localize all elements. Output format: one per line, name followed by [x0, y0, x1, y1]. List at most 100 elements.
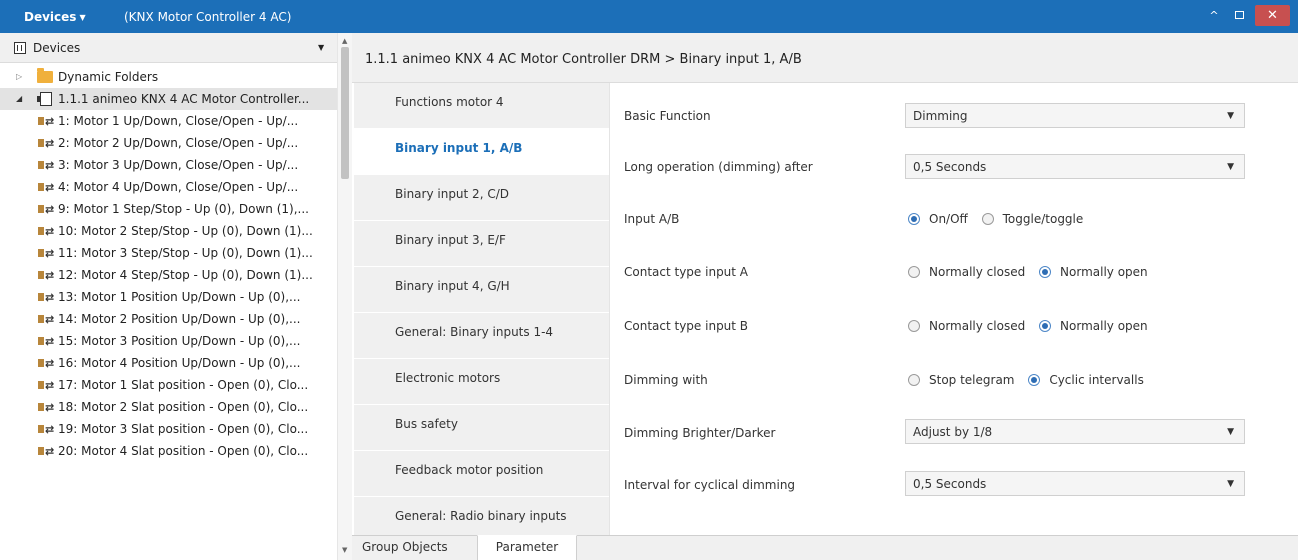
dropdown-value: Adjust by 1/8: [913, 425, 993, 439]
tree-item-group-object[interactable]: ⇄ 10: Motor 2 Step/Stop - Up (0), Down (1…: [0, 220, 337, 242]
tree-item-label: 18: Motor 2 Slat position - Open (0), Cl…: [58, 400, 309, 414]
tree-item-group-object[interactable]: ⇄ 14: Motor 2 Position Up/Down - Up (0),.…: [0, 308, 337, 330]
tree-item-label: 14: Motor 2 Position Up/Down - Up (0),..…: [58, 312, 301, 326]
chevron-down-icon: ▼: [1227, 427, 1234, 437]
radio-toggle[interactable]: Toggle/toggle: [981, 211, 1083, 227]
nav-item-label: Bus safety: [395, 417, 458, 431]
communication-object-icon: ⇄: [38, 269, 54, 282]
tree-item-group-object[interactable]: ⇄ 18: Motor 2 Slat position - Open (0), C…: [0, 396, 337, 418]
tree-item-dynamic-folders[interactable]: ▷ Dynamic Folders: [0, 66, 337, 88]
communication-object-icon: ⇄: [38, 445, 54, 458]
nav-item-general-binary-inputs[interactable]: General: Binary inputs 1-4: [354, 313, 609, 359]
scroll-down-icon[interactable]: ▼: [342, 546, 347, 554]
radio-unselected-icon: [908, 266, 920, 278]
tree-item-group-object[interactable]: ⇄ 12: Motor 4 Step/Stop - Up (0), Down (1…: [0, 264, 337, 286]
tree-item-label: 12: Motor 4 Step/Stop - Up (0), Down (1)…: [58, 268, 313, 282]
basic-function-label: Basic Function: [624, 109, 711, 123]
chevron-down-icon[interactable]: ▼: [318, 43, 324, 52]
communication-object-icon: ⇄: [38, 115, 54, 128]
nav-item-label: Binary input 3, E/F: [395, 233, 506, 247]
tree-item-group-object[interactable]: ⇄ 1: Motor 1 Up/Down, Close/Open - Up/...: [0, 110, 337, 132]
nav-item-binary-input-4[interactable]: Binary input 4, G/H: [354, 267, 609, 313]
radio-label: Stop telegram: [929, 373, 1015, 387]
tree-item-label: 1.1.1 animeo KNX 4 AC Motor Controller..…: [58, 92, 310, 106]
nav-item-feedback-motor-position[interactable]: Feedback motor position: [354, 451, 609, 497]
dropdown-value: 0,5 Seconds: [913, 477, 987, 491]
title-bar: Devices ▼ (KNX Motor Controller 4 AC) ^ ✕: [0, 0, 1298, 33]
radio-normally-open-a[interactable]: Normally open: [1039, 264, 1148, 280]
tree-item-group-object[interactable]: ⇄ 13: Motor 1 Position Up/Down - Up (0),.…: [0, 286, 337, 308]
tree-scrollbar[interactable]: ▲ ▼: [337, 33, 352, 560]
brighter-darker-label: Dimming Brighter/Darker: [624, 426, 776, 440]
scroll-up-icon[interactable]: ▲: [342, 37, 347, 45]
long-operation-dropdown[interactable]: 0,5 Seconds ▼: [905, 154, 1245, 179]
tree-item-label: 3: Motor 3 Up/Down, Close/Open - Up/...: [58, 158, 299, 172]
maximize-button[interactable]: [1228, 7, 1250, 25]
tree-item-label: Dynamic Folders: [58, 70, 159, 84]
communication-object-icon: ⇄: [38, 313, 54, 326]
dropdown-value: Dimming: [913, 109, 968, 123]
long-operation-label: Long operation (dimming) after: [624, 160, 813, 174]
tree-item-label: 2: Motor 2 Up/Down, Close/Open - Up/...: [58, 136, 299, 150]
basic-function-dropdown[interactable]: Dimming ▼: [905, 103, 1245, 128]
devices-menu[interactable]: Devices ▼: [24, 10, 86, 24]
tree-item-group-object[interactable]: ⇄ 17: Motor 1 Slat position - Open (0), C…: [0, 374, 337, 396]
nav-item-label: Binary input 4, G/H: [395, 279, 510, 293]
nav-item-bus-safety[interactable]: Bus safety: [354, 405, 609, 451]
dimming-with-radio-group: Stop telegram Cyclic intervalls: [908, 372, 1154, 392]
contact-type-b-label: Contact type input B: [624, 319, 749, 333]
device-icon: [37, 92, 52, 106]
tree-item-group-object[interactable]: ⇄ 4: Motor 4 Up/Down, Close/Open - Up/...: [0, 176, 337, 198]
devices-panel-header[interactable]: Devices ▼: [0, 33, 337, 63]
communication-object-icon: ⇄: [38, 335, 54, 348]
tree-item-group-object[interactable]: ⇄ 20: Motor 4 Slat position - Open (0), C…: [0, 440, 337, 462]
nav-item-label: Electronic motors: [395, 371, 501, 385]
radio-normally-open-b[interactable]: Normally open: [1039, 318, 1148, 334]
interval-dropdown[interactable]: 0,5 Seconds ▼: [905, 471, 1245, 496]
contact-type-b-radio-group: Normally closed Normally open: [908, 318, 1158, 338]
tree-item-group-object[interactable]: ⇄ 11: Motor 3 Step/Stop - Up (0), Down (1…: [0, 242, 337, 264]
expand-icon[interactable]: ▷: [16, 66, 22, 88]
tree-item-group-object[interactable]: ⇄ 9: Motor 1 Step/Stop - Up (0), Down (1)…: [0, 198, 337, 220]
chevron-down-icon: ▼: [1227, 111, 1234, 121]
brighter-darker-dropdown[interactable]: Adjust by 1/8 ▼: [905, 419, 1245, 444]
nav-item-binary-input-3[interactable]: Binary input 3, E/F: [354, 221, 609, 267]
breadcrumb: 1.1.1 animeo KNX 4 AC Motor Controller D…: [365, 52, 802, 67]
radio-selected-icon: [1039, 320, 1052, 332]
radio-on-off[interactable]: On/Off: [908, 211, 968, 227]
nav-item-binary-input-2[interactable]: Binary input 2, C/D: [354, 175, 609, 221]
nav-item-functions-motor-4[interactable]: Functions motor 4: [354, 83, 609, 129]
radio-normally-closed-b[interactable]: Normally closed: [908, 318, 1025, 334]
tab-parameter[interactable]: Parameter: [477, 535, 577, 560]
radio-stop-telegram[interactable]: Stop telegram: [908, 372, 1015, 388]
parameter-nav: Functions motor 4 Binary input 1, A/B Bi…: [354, 83, 609, 543]
collapse-icon[interactable]: ◢: [16, 88, 22, 110]
caret-down-icon: ▼: [79, 13, 86, 22]
tree-item-group-object[interactable]: ⇄ 16: Motor 4 Position Up/Down - Up (0),.…: [0, 352, 337, 374]
tree-item-group-object[interactable]: ⇄ 19: Motor 3 Slat position - Open (0), C…: [0, 418, 337, 440]
radio-unselected-icon: [981, 213, 994, 225]
communication-object-icon: ⇄: [38, 379, 54, 392]
contact-type-a-radio-group: Normally closed Normally open: [908, 264, 1158, 284]
radio-label: Normally closed: [929, 265, 1026, 279]
communication-object-icon: ⇄: [38, 159, 54, 172]
collapse-ribbon-button[interactable]: ^: [1203, 7, 1225, 25]
tree-item-group-object[interactable]: ⇄ 2: Motor 2 Up/Down, Close/Open - Up/...: [0, 132, 337, 154]
radio-cyclic-intervalls[interactable]: Cyclic intervalls: [1028, 372, 1144, 388]
radio-label: Normally open: [1060, 319, 1148, 333]
radio-selected-icon: [1039, 266, 1052, 278]
radio-normally-closed-a[interactable]: Normally closed: [908, 264, 1025, 280]
tree-item-group-object[interactable]: ⇄ 15: Motor 3 Position Up/Down - Up (0),.…: [0, 330, 337, 352]
nav-item-electronic-motors[interactable]: Electronic motors: [354, 359, 609, 405]
communication-object-icon: ⇄: [38, 357, 54, 370]
tab-group-objects[interactable]: Group Objects: [362, 536, 448, 560]
radio-label: On/Off: [929, 212, 968, 226]
scrollbar-thumb[interactable]: [341, 47, 349, 179]
tree-item-group-object[interactable]: ⇄ 3: Motor 3 Up/Down, Close/Open - Up/...: [0, 154, 337, 176]
close-button[interactable]: ✕: [1255, 5, 1290, 26]
nav-item-label: Functions motor 4: [395, 95, 504, 109]
radio-selected-icon: [1028, 374, 1041, 386]
tree-item-device[interactable]: ◢ 1.1.1 animeo KNX 4 AC Motor Controller…: [0, 88, 337, 110]
nav-item-binary-input-1[interactable]: Binary input 1, A/B: [354, 129, 609, 175]
radio-unselected-icon: [908, 374, 920, 386]
